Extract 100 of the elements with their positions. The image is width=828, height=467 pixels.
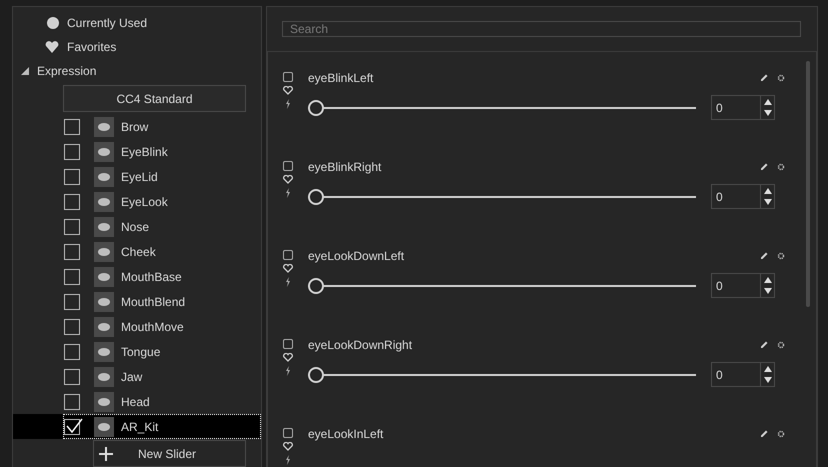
tree-item-label: EyeBlink	[121, 144, 168, 160]
tree-item[interactable]: Currently Used	[67, 14, 148, 32]
number-field[interactable]: 0	[711, 184, 775, 209]
checkbox[interactable]	[283, 72, 293, 82]
checkbox[interactable]	[64, 118, 80, 134]
tree-item-label: EyeLid	[121, 168, 158, 186]
slider-thumb[interactable]	[308, 188, 324, 204]
tree-item-label: MouthBlend	[121, 294, 186, 310]
tree-row[interactable]: EyeLid	[13, 164, 261, 189]
lightning-icon[interactable]	[285, 99, 291, 109]
tree-item-label: MouthMove	[121, 318, 184, 336]
tree-group-label[interactable]: Expression	[37, 62, 96, 80]
thumbnail-icon	[94, 342, 114, 362]
slider-name: eyeLookDownRight	[308, 337, 412, 354]
plus-icon	[99, 446, 113, 460]
thumbnail-icon	[94, 266, 114, 286]
slider-name: eyeBlinkLeft	[308, 70, 374, 87]
gear-icon[interactable]	[777, 341, 785, 349]
tree-item-label: Nose	[121, 218, 150, 236]
tree-item-label: EyeLook	[121, 194, 168, 210]
gear-icon[interactable]	[777, 430, 785, 438]
gear-icon[interactable]	[777, 163, 785, 171]
tree-row[interactable]: Jaw	[13, 364, 261, 389]
gear-icon[interactable]	[777, 252, 785, 260]
checkbox[interactable]	[64, 344, 80, 360]
thumbnail-icon	[94, 416, 114, 436]
tree-row[interactable]: Head	[13, 389, 261, 414]
tree-item-label: AR_Kit	[121, 418, 158, 436]
tree-item-label: Cheek	[121, 244, 156, 260]
checkbox[interactable]	[64, 394, 80, 410]
tree-row[interactable]: Nose	[13, 214, 261, 239]
thumbnail-icon	[94, 116, 114, 136]
down-arrow-icon[interactable]	[764, 199, 772, 206]
preset-button[interactable]: CC4 Standard	[63, 85, 246, 112]
checkbox[interactable]	[283, 339, 293, 349]
number-field[interactable]: 0	[711, 95, 775, 120]
tree-item-label: Brow	[121, 118, 148, 136]
tree-row[interactable]: EyeLook	[13, 189, 261, 214]
expand-triangle-icon[interactable]	[21, 67, 29, 75]
heart-icon[interactable]	[283, 442, 293, 451]
heart-icon[interactable]	[283, 175, 293, 184]
new-slider-button[interactable]: New Slider	[93, 440, 246, 467]
lightning-icon[interactable]	[285, 455, 291, 465]
heart-icon[interactable]	[283, 264, 293, 273]
checkbox[interactable]	[64, 368, 80, 384]
search-field[interactable]: Search	[282, 21, 801, 37]
checkbox[interactable]	[64, 244, 80, 260]
checkbox[interactable]	[283, 161, 293, 171]
tree-item-label: Tongue	[121, 344, 160, 360]
checkbox[interactable]	[64, 418, 80, 434]
slider-name: eyeLookDownLeft	[308, 248, 404, 265]
number-field[interactable]: 0	[711, 362, 775, 387]
slider-thumb[interactable]	[308, 366, 324, 382]
pencil-icon[interactable]	[760, 252, 768, 260]
checkbox[interactable]	[64, 144, 80, 160]
checkbox[interactable]	[283, 250, 293, 260]
tree-item-label: MouthBase	[121, 268, 182, 286]
thumbnail-icon	[94, 216, 114, 236]
tree-row[interactable]: Cheek	[13, 239, 261, 264]
up-arrow-icon[interactable]	[764, 366, 772, 372]
slider-thumb[interactable]	[308, 278, 324, 294]
thumbnail-icon	[94, 242, 114, 262]
down-arrow-icon[interactable]	[764, 110, 772, 116]
pencil-icon[interactable]	[760, 163, 768, 171]
tree-row[interactable]: EyeBlink	[13, 139, 261, 164]
scrollbar[interactable]	[806, 61, 810, 307]
up-arrow-icon[interactable]	[764, 276, 772, 283]
gear-icon[interactable]	[777, 74, 785, 82]
lightning-icon[interactable]	[285, 277, 291, 287]
up-arrow-icon[interactable]	[764, 98, 772, 105]
tree-row[interactable]: AR_Kit	[13, 414, 261, 439]
checkbox[interactable]	[64, 218, 80, 234]
checkbox[interactable]	[64, 268, 80, 284]
heart-icon[interactable]	[283, 86, 293, 95]
tree-row[interactable]: MouthMove	[13, 314, 261, 339]
pencil-icon[interactable]	[760, 430, 768, 438]
tree-row[interactable]: Brow	[13, 114, 261, 139]
thumbnail-icon	[94, 366, 114, 386]
tree-item[interactable]: Favorites	[67, 38, 116, 56]
checkbox[interactable]	[64, 294, 80, 310]
lightning-icon[interactable]	[285, 188, 291, 198]
checkbox[interactable]	[283, 428, 293, 438]
pencil-icon[interactable]	[760, 341, 768, 349]
down-arrow-icon[interactable]	[764, 377, 772, 384]
checkbox[interactable]	[64, 318, 80, 334]
checkbox[interactable]	[64, 168, 80, 184]
down-arrow-icon[interactable]	[764, 288, 772, 294]
lightning-icon[interactable]	[285, 366, 291, 376]
number-field[interactable]: 0	[711, 273, 775, 298]
checkbox[interactable]	[64, 194, 80, 210]
tree-row[interactable]: Tongue	[13, 339, 261, 364]
slider-thumb[interactable]	[308, 100, 324, 116]
thumbnail-icon	[94, 192, 114, 212]
pencil-icon[interactable]	[760, 74, 768, 82]
heart-icon[interactable]	[283, 353, 293, 362]
up-arrow-icon[interactable]	[764, 188, 772, 194]
tree-row[interactable]: MouthBlend	[13, 289, 261, 314]
slider-name: eyeBlinkRight	[308, 159, 382, 176]
tree-item-label: Head	[121, 394, 150, 410]
tree-row[interactable]: MouthBase	[13, 264, 261, 289]
